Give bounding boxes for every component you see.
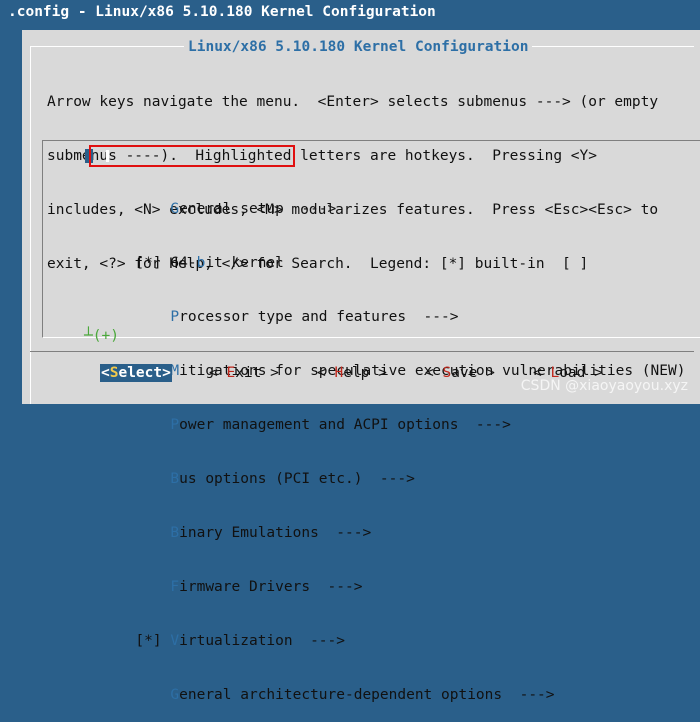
item-hotkey: V: [170, 633, 180, 649]
menu-item-general-arch-options[interactable]: General architecture-dependent options -…: [83, 668, 685, 703]
item-label: inary Emulations --->: [179, 525, 372, 541]
item-state: [*]: [135, 633, 162, 649]
dialog-title: Linux/x86 5.10.180 Kernel Configuration: [184, 38, 533, 56]
item-hotkey: G: [170, 201, 180, 217]
item-label-start: 64-: [170, 255, 197, 271]
save-button[interactable]: < Save >: [424, 364, 496, 382]
menu-item-virtualization[interactable]: [*] Virtualization --->: [83, 614, 685, 649]
item-hotkey: B: [170, 525, 180, 541]
watermark: CSDN @xiaoyaoyou.xyz: [520, 378, 688, 394]
item-label: eneral architecture-dependent options --…: [179, 687, 555, 703]
button-hotkey: S: [442, 365, 452, 381]
item-label: irtualization --->: [179, 633, 345, 649]
item-label: eneral setup --->: [179, 201, 337, 217]
menu-item-general-setup[interactable]: General setup --->: [83, 182, 685, 217]
help-button[interactable]: < Help >: [316, 364, 388, 382]
config-dialog: Linux/x86 5.10.180 Kernel Configuration …: [22, 30, 700, 703]
button-separator: [30, 351, 694, 352]
annotation-highlight-box: [89, 145, 295, 167]
item-hotkey: P: [170, 309, 180, 325]
button-hotkey: E: [226, 365, 236, 381]
help-line: Arrow keys navigate the menu. <Enter> se…: [47, 94, 659, 110]
item-state: [*]: [135, 255, 162, 271]
window-title: .config - Linux/x86 5.10.180 Kernel Conf…: [8, 4, 436, 20]
select-button[interactable]: <Select>: [100, 364, 172, 382]
menu-item-firmware-drivers[interactable]: Firmware Drivers --->: [83, 560, 685, 595]
item-hotkey: B: [170, 471, 180, 487]
menu-item-mitigations[interactable]: [*]Mitigations for speculative execution…: [83, 344, 685, 379]
menu-item-binary-emulations[interactable]: Binary Emulations --->: [83, 506, 685, 541]
exit-button[interactable]: < Exit >: [208, 364, 280, 382]
item-label: rocessor type and features --->: [179, 309, 459, 325]
button-hotkey: H: [334, 365, 344, 381]
menu-list: General setup ---> [*] 64-bit kernel Proc…: [83, 146, 685, 722]
item-label: irmware Drivers --->: [179, 579, 363, 595]
item-hotkey: F: [170, 579, 180, 595]
item-hotkey: P: [170, 417, 180, 433]
menu-item-power-management[interactable]: Power management and ACPI options --->: [83, 398, 685, 433]
menu-item-processor-type[interactable]: Processor type and features --->: [83, 290, 685, 325]
item-label: ower management and ACPI options --->: [179, 417, 511, 433]
menu-item-bus-options[interactable]: Bus options (PCI etc.) --->: [83, 452, 685, 487]
item-label: it kernel: [205, 255, 284, 271]
more-items-indicator: ┴(+): [84, 328, 119, 344]
menu-item-64-bit-kernel[interactable]: [*] 64-bit kernel: [83, 236, 685, 271]
item-label: us options (PCI etc.) --->: [179, 471, 415, 487]
item-hotkey: G: [170, 687, 180, 703]
